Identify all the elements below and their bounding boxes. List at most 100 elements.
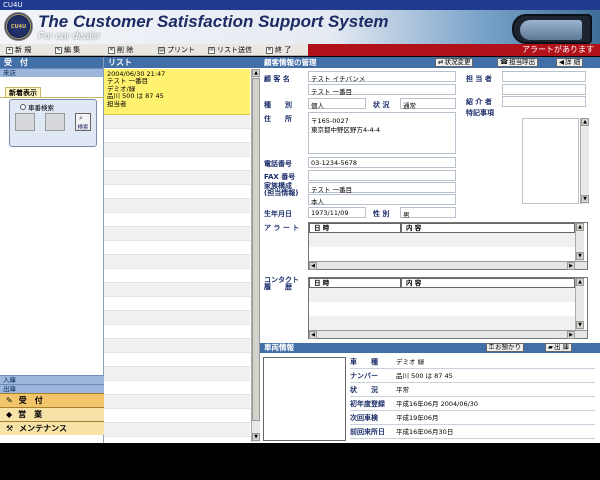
scroll-up-icon[interactable]: ▲ <box>576 278 584 286</box>
plate-input-2[interactable] <box>45 113 65 131</box>
list-row[interactable] <box>104 353 250 367</box>
vehicle-inspection-value: 平成19年06月 <box>396 414 439 422</box>
notes-scrollbar[interactable]: ▲ ▼ <box>580 118 589 204</box>
out-button[interactable]: ▰ 出 庫 <box>545 343 573 352</box>
list-row[interactable] <box>104 157 250 171</box>
contact-grid[interactable]: 日 時 内 容 ▲ ▼ ◀ ▶ <box>308 277 588 339</box>
list-item[interactable]: 2004/06/30 21:47 テスト 一番目 デミオ/緑 品川 500 は … <box>104 69 250 115</box>
inbound-section[interactable]: 入庫 <box>0 375 104 384</box>
status-field[interactable]: 通常 <box>400 98 456 110</box>
detail-button[interactable]: ◀ 詳 細 <box>556 58 584 67</box>
list-scrollbar[interactable]: ▲ ▼ <box>251 69 260 442</box>
table-row[interactable] <box>309 247 575 261</box>
scroll-left-icon[interactable]: ◀ <box>309 262 317 270</box>
nav-maintenance[interactable]: ⚒ メンテナンス <box>0 421 104 435</box>
scroll-down-icon[interactable]: ▼ <box>576 321 584 329</box>
visit-section[interactable]: 来店 <box>0 68 103 77</box>
list-row[interactable] <box>104 325 250 339</box>
list-row[interactable] <box>104 269 250 283</box>
table-row[interactable] <box>309 302 575 316</box>
family-field-2[interactable]: 本人 <box>308 194 456 206</box>
table-row[interactable] <box>309 233 575 247</box>
address-label: 住 所 <box>264 115 292 123</box>
gender-field[interactable]: 男 <box>400 207 456 219</box>
alert-banner[interactable]: アラートがあります <box>308 44 600 56</box>
scroll-down-icon[interactable]: ▼ <box>252 433 260 441</box>
vehicle-row-status: 状 況 平常 <box>350 384 595 397</box>
list-row[interactable] <box>104 283 250 297</box>
list-row[interactable] <box>104 115 250 129</box>
gender-label: 性 別 <box>373 210 390 218</box>
list-row[interactable] <box>104 395 250 409</box>
contact-hscroll[interactable]: ◀ ▶ <box>309 330 587 339</box>
contact-label: コンタクト 履 歴 <box>264 276 299 291</box>
alert-col-content: 内 容 <box>401 223 575 233</box>
alert-hscroll[interactable]: ◀ ▶ <box>309 261 587 270</box>
scroll-left-icon[interactable]: ◀ <box>309 331 317 339</box>
contact-vscroll[interactable]: ▲ ▼ <box>575 278 584 330</box>
print-button[interactable]: ▤ プリント <box>158 45 195 55</box>
scroll-up-icon[interactable]: ▲ <box>252 69 260 77</box>
list-row[interactable] <box>104 297 250 311</box>
birth-field[interactable]: 1973/11/09 <box>308 207 366 218</box>
call-staff-button[interactable]: ☎ 担当呼出 <box>497 58 539 67</box>
scroll-right-icon[interactable]: ▶ <box>567 262 575 270</box>
list-row[interactable] <box>104 171 250 185</box>
nav-sales[interactable]: ◆ 営 業 <box>0 407 104 421</box>
table-row[interactable] <box>309 288 575 302</box>
staff-field-2[interactable] <box>502 84 586 95</box>
exit-button[interactable]: ✕ 終 了 <box>266 45 291 55</box>
type-field[interactable]: 個人 <box>308 98 366 110</box>
nav-reception[interactable]: ✎ 受 付 <box>0 393 104 407</box>
radio-icon[interactable] <box>20 104 26 110</box>
scroll-up-icon[interactable]: ▲ <box>576 223 584 231</box>
list-row[interactable] <box>104 255 250 269</box>
outbound-section[interactable]: 出庫 <box>0 384 104 393</box>
list-row[interactable] <box>104 339 250 353</box>
scroll-down-icon[interactable]: ▼ <box>576 252 584 260</box>
list-row[interactable] <box>104 311 250 325</box>
plate-input-1[interactable] <box>15 113 35 131</box>
name-field[interactable]: テスト 一番目 <box>308 84 456 96</box>
family-field-1[interactable]: テスト 一番目 <box>308 182 456 194</box>
list-row[interactable] <box>104 199 250 213</box>
list-row[interactable] <box>104 381 250 395</box>
name-kana-field[interactable]: テスト イチバンメ <box>308 71 456 83</box>
staff-field[interactable] <box>502 71 586 82</box>
window-title: CU4U <box>0 0 600 10</box>
list-row[interactable] <box>104 213 250 227</box>
list-row[interactable] <box>104 409 250 423</box>
search-button[interactable]: 検索 <box>75 113 91 131</box>
edit-button[interactable]: ✎ 編 集 <box>55 45 80 55</box>
list-row[interactable] <box>104 241 250 255</box>
scroll-right-icon[interactable]: ▶ <box>567 331 575 339</box>
list-row[interactable] <box>104 227 250 241</box>
address-value: 東京都中野区野方4-4-4 <box>311 126 381 134</box>
scroll-thumb[interactable] <box>252 78 260 421</box>
phone-field[interactable]: 03-1234-5678 <box>308 157 456 168</box>
new-button[interactable]: + 新 規 <box>6 45 31 55</box>
list-row[interactable] <box>104 367 250 381</box>
address-field[interactable]: 〒165-0027 東京都中野区野方4-4-4 <box>308 112 456 154</box>
vehicle-last-visit-label: 前回来所日 <box>350 428 385 436</box>
delete-button[interactable]: ✕ 削 除 <box>108 45 133 55</box>
list-row[interactable] <box>104 185 250 199</box>
fax-field[interactable] <box>308 170 456 181</box>
alert-vscroll[interactable]: ▲ ▼ <box>575 223 584 261</box>
list-row[interactable] <box>104 129 250 143</box>
send-icon: ✉ <box>208 46 215 54</box>
list-send-button[interactable]: ✉ リスト送信 <box>208 45 252 55</box>
keep-button[interactable]: ⚿ お預かり <box>486 343 524 352</box>
list-row[interactable] <box>104 143 250 157</box>
scroll-down-icon[interactable]: ▼ <box>581 195 589 203</box>
list-send-label: リスト送信 <box>217 46 252 54</box>
new-arrivals-tab[interactable]: 新着表示 <box>5 87 41 97</box>
introducer-field[interactable] <box>502 96 586 107</box>
table-row[interactable] <box>309 316 575 330</box>
birth-label: 生年月日 <box>264 210 292 218</box>
list-row[interactable] <box>104 423 250 437</box>
notes-field[interactable] <box>522 118 579 204</box>
status-change-button[interactable]: ⇄ 状況変更 <box>435 58 474 67</box>
scroll-up-icon[interactable]: ▲ <box>581 118 589 126</box>
alert-grid[interactable]: 日 時 内 容 ▲ ▼ ◀ ▶ <box>308 222 588 270</box>
